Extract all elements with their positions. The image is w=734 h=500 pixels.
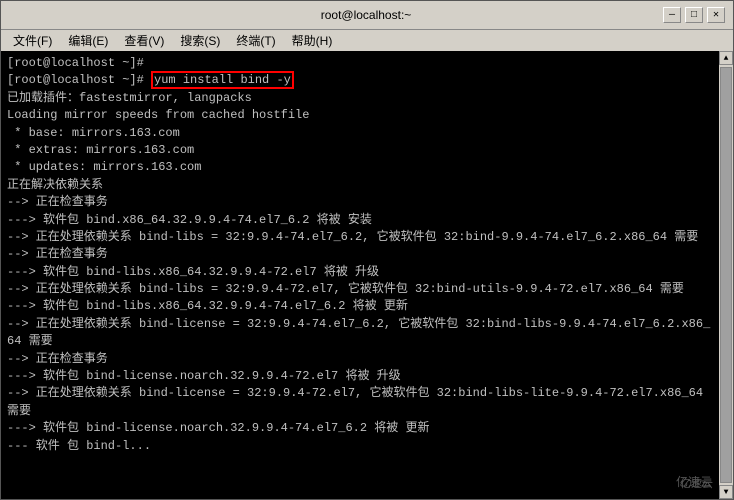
terminal-line: ---> 软件包 bind-libs.x86_64.32.9.9.4-74.el…: [7, 298, 713, 315]
terminal-window: root@localhost:~ — □ ✕ 文件(F) 编辑(E) 查看(V)…: [0, 0, 734, 500]
scroll-up-button[interactable]: ▲: [719, 51, 733, 65]
watermark: 亿速云: [680, 477, 713, 493]
terminal-line: [root@localhost ~]#: [7, 55, 713, 72]
close-button[interactable]: ✕: [707, 7, 725, 23]
scrollbar[interactable]: ▲ ▼: [719, 51, 733, 499]
highlighted-command: yum install bind -y: [151, 71, 294, 89]
menu-terminal[interactable]: 终端(T): [228, 30, 283, 51]
terminal-line: ---> 软件包 bind.x86_64.32.9.9.4-74.el7_6.2…: [7, 212, 713, 229]
scrollbar-thumb[interactable]: [720, 67, 732, 483]
scroll-down-button[interactable]: ▼: [719, 485, 733, 499]
terminal-line: ---> 软件包 bind-libs.x86_64.32.9.9.4-72.el…: [7, 264, 713, 281]
terminal-line: * base: mirrors.163.com: [7, 125, 713, 142]
window-controls: — □ ✕: [663, 7, 725, 23]
minimize-button[interactable]: —: [663, 7, 681, 23]
terminal-line: 正在解决依赖关系: [7, 177, 713, 194]
menu-bar: 文件(F) 编辑(E) 查看(V) 搜索(S) 终端(T) 帮助(H): [1, 29, 733, 51]
terminal-line: --> 正在检查事务: [7, 351, 713, 368]
window-title: root@localhost:~: [69, 8, 663, 22]
terminal-line: --- 软件 包 bind-l...: [7, 438, 713, 455]
terminal-line: 已加载插件：fastestmirror, langpacks: [7, 90, 713, 107]
maximize-button[interactable]: □: [685, 7, 703, 23]
terminal-line: --> 正在处理依赖关系 bind-license = 32:9.9.4-72.…: [7, 385, 713, 420]
terminal-line: * extras: mirrors.163.com: [7, 142, 713, 159]
menu-edit[interactable]: 编辑(E): [60, 30, 116, 51]
terminal-line: Loading mirror speeds from cached hostfi…: [7, 107, 713, 124]
menu-view[interactable]: 查看(V): [116, 30, 172, 51]
menu-search[interactable]: 搜索(S): [172, 30, 228, 51]
terminal-output[interactable]: [root@localhost ~]# [root@localhost ~]# …: [1, 51, 719, 499]
terminal-line: ---> 软件包 bind-license.noarch.32.9.9.4-72…: [7, 368, 713, 385]
terminal-wrapper: [root@localhost ~]# [root@localhost ~]# …: [1, 51, 733, 499]
terminal-line-command: [root@localhost ~]# yum install bind -y: [7, 72, 713, 89]
terminal-line: ---> 软件包 bind-license.noarch.32.9.9.4-74…: [7, 420, 713, 437]
terminal-line: --> 正在检查事务: [7, 194, 713, 211]
terminal-line: --> 正在处理依赖关系 bind-license = 32:9.9.4-74.…: [7, 316, 713, 351]
menu-file[interactable]: 文件(F): [5, 30, 60, 51]
terminal-line: --> 正在检查事务: [7, 246, 713, 263]
terminal-line: * updates: mirrors.163.com: [7, 159, 713, 176]
terminal-line: --> 正在处理依赖关系 bind-libs = 32:9.9.4-72.el7…: [7, 281, 713, 298]
terminal-line: --> 正在处理依赖关系 bind-libs = 32:9.9.4-74.el7…: [7, 229, 713, 246]
menu-help[interactable]: 帮助(H): [284, 30, 341, 51]
title-bar: root@localhost:~ — □ ✕: [1, 1, 733, 29]
